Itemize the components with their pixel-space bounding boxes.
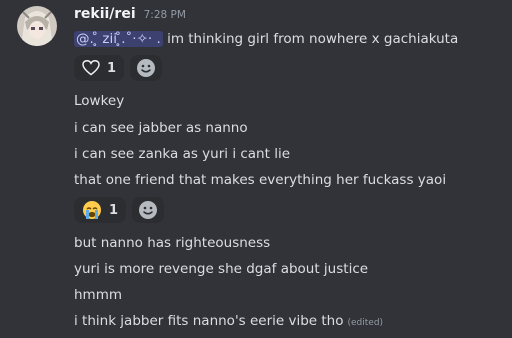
message-line: i can see jabber as nanno	[74, 120, 248, 136]
edited-label: (edited)	[347, 318, 384, 328]
user-mention[interactable]: @. ̥̊ zii ̥̊.˚·✧· .	[74, 31, 163, 47]
timestamp[interactable]: 7:28 PM	[144, 9, 186, 21]
reaction-heart[interactable]: 1	[74, 55, 125, 81]
crying-emoji-icon	[83, 201, 101, 219]
reaction-count: 1	[107, 60, 117, 76]
message-line: hmmm	[74, 287, 123, 303]
avatar-image	[17, 6, 57, 46]
message-header: rekii/rei 7:28 PM	[74, 6, 186, 26]
reaction-crying[interactable]: 1	[74, 197, 127, 223]
message-line: i think jabber fits nanno's eerie vibe t…	[74, 311, 383, 333]
username[interactable]: rekii/rei	[74, 6, 136, 22]
reactions-row: 1	[74, 55, 163, 81]
reaction-count: 1	[109, 202, 119, 218]
smiley-icon	[137, 59, 156, 77]
heart-outline-icon	[82, 60, 100, 76]
message-line: that one friend that makes everything he…	[74, 172, 447, 188]
message-line: but nanno has righteousness	[74, 235, 271, 251]
message-text: i think jabber fits nanno's eerie vibe t…	[74, 313, 344, 329]
smiley-icon	[139, 201, 158, 219]
reactions-row: 1	[74, 197, 165, 223]
message-line: yuri is more revenge she dgaf about just…	[74, 261, 369, 277]
avatar[interactable]	[17, 6, 57, 46]
message-text: im thinking girl from nowhere x gachiaku…	[162, 31, 459, 47]
message-line: @. ̥̊ zii ̥̊.˚·✧· . im thinking girl fro…	[74, 29, 458, 49]
message-line: i can see zanka as yuri i cant lie	[74, 146, 290, 162]
message-line: Lowkey	[74, 93, 125, 109]
add-reaction-button[interactable]	[130, 55, 163, 81]
add-reaction-button[interactable]	[132, 197, 165, 223]
